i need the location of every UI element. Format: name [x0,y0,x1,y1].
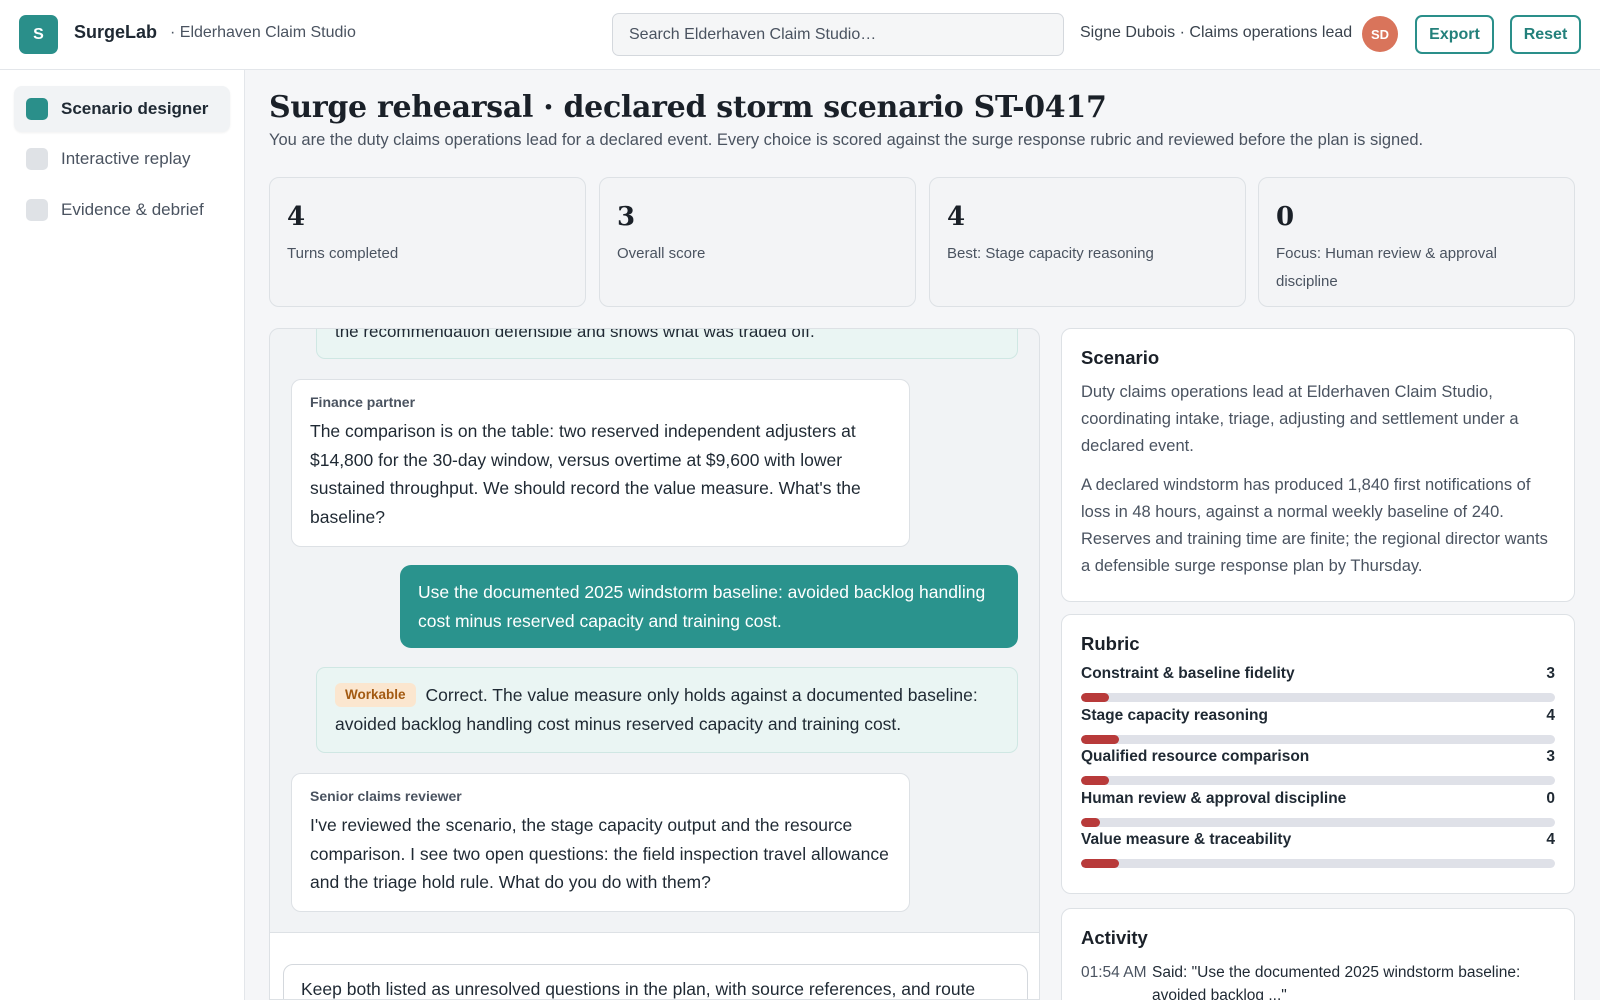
stat-card-focus: 0 Focus: Human review & approval discipl… [1258,177,1575,307]
message-text: The comparison is on the table: two rese… [310,421,861,527]
search-input[interactable] [612,13,1064,56]
rubric-score: 3 [1546,665,1555,682]
rubric-criterion: Stage capacity reasoning [1081,706,1268,724]
message-user: Use the documented 2025 windstorm baseli… [400,565,1018,648]
rubric-row: Constraint & baseline fidelity 3 [1081,665,1555,707]
message-speaker: Finance partner [310,394,416,410]
message-speaker: Senior claims reviewer [310,788,462,804]
message-text: the recommendation defensible and shows … [335,328,815,341]
stat-value: 0 [1276,202,1295,232]
rubric-criterion: Qualified resource comparison [1081,748,1310,765]
stat-label: Focus: Human review & approval disciplin… [1276,245,1497,290]
activity-panel: Activity 01:54 AM Said: "Use the documen… [1061,908,1575,1000]
rubric-panel: Rubric Constraint & baseline fidelity 3 St… [1061,614,1575,894]
sidebar-item-label: Interactive replay [61,149,191,168]
page-subtitle: You are the duty claims operations lead … [269,131,1424,149]
rubric-criterion: Constraint & baseline fidelity [1081,665,1295,682]
user-name-role: Signe Dubois · Claims operations lead [1080,24,1353,41]
rubric-score-bar [1081,734,1555,744]
assessment-message-partial: the recommendation defensible and shows … [316,328,1018,359]
rubric-row: Human review & approval discipline 0 [1081,790,1555,832]
rubric-score-bar [1081,817,1555,827]
message-text: I've reviewed the scenario, the stage ca… [310,815,889,892]
rubric-row: Qualified resource comparison 3 [1081,748,1555,790]
rubric-score-bar [1081,693,1555,702]
activity-item: 01:54 AM Said: "Use the documented 2025 … [1081,961,1555,1000]
sidebar: Scenario designer Interactive replay Evi… [0,70,245,1000]
page-title: Surge rehearsal · declared storm scenari… [269,90,1107,125]
activity-time: 01:54 AM [1081,964,1147,981]
message-finance-partner: Finance partner The comparison is on the… [291,379,910,547]
rubric-criterion: Value measure & traceability [1081,831,1292,848]
app-logo[interactable]: S [19,15,58,54]
top-bar: S SurgeLab · Elderhaven Claim Studio Sig… [0,0,1600,70]
response-input[interactable]: Keep both listed as unresolved questions… [283,964,1028,999]
stat-label: Turns completed [287,245,399,262]
avatar[interactable]: SD [1362,16,1398,52]
interactive-replay-icon [26,148,48,170]
rubric-score-bar [1081,859,1555,868]
sidebar-item-label: Evidence & debrief [61,200,204,219]
workspace-name: · Elderhaven Claim Studio [170,24,356,41]
message-text: Correct. The value measure only holds ag… [335,685,978,734]
rubric-title: Rubric [1081,633,1140,654]
scenario-situation: A declared windstorm has produced 1,840 … [1081,476,1548,575]
rubric-score-bar-fill [1081,817,1100,827]
stat-label: Best: Stage capacity reasoning [947,245,1154,262]
rubric-score-bar-fill [1081,734,1119,744]
rubric-score-bar [1081,776,1555,785]
evidence-debrief-icon [26,199,48,221]
message-senior-claims-reviewer: Senior claims reviewer I've reviewed the… [291,773,910,912]
assessment-message: Workable Correct. The value measure only … [316,667,1018,753]
rubric-score-bar-fill [1081,859,1119,868]
scenario-panel: Scenario Duty claims operations lead at … [1061,328,1575,602]
rubric-score-bar-fill [1081,776,1110,785]
activity-title: Activity [1081,927,1148,948]
sidebar-item-scenario-designer[interactable]: Scenario designer [14,86,230,132]
reset-button[interactable]: Reset [1510,15,1581,54]
rubric-row: Value measure & traceability 4 [1081,831,1555,873]
rubric-score: 4 [1546,831,1555,848]
rubric-score: 3 [1546,748,1555,765]
sidebar-item-evidence-debrief[interactable]: Evidence & debrief [14,187,230,233]
stat-value: 4 [287,202,306,232]
sidebar-item-label: Scenario designer [61,99,209,118]
export-button[interactable]: Export [1415,15,1494,54]
brand-name: SurgeLab [74,22,158,42]
assessment-badge: Workable [335,683,416,707]
stat-card-turns: 4 Turns completed [269,177,586,307]
rubric-score: 4 [1546,706,1555,724]
rubric-score: 0 [1546,789,1555,807]
rubric-criterion: Human review & approval discipline [1081,789,1347,807]
message-text: Use the documented 2025 windstorm baseli… [418,582,986,631]
rubric-row: Stage capacity reasoning 4 [1081,707,1555,749]
scenario-title: Scenario [1081,347,1160,368]
stat-label: Overall score [617,245,706,262]
scenario-role: Duty claims operations lead at Elderhave… [1081,383,1519,455]
sidebar-item-interactive-replay[interactable]: Interactive replay [14,136,230,182]
rubric-score-bar-fill [1081,693,1110,702]
activity-text: Said: "Use the documented 2025 windstorm… [1152,964,1521,1000]
stat-value: 3 [617,202,636,232]
stat-value: 4 [947,202,966,232]
scenario-designer-icon [26,98,48,120]
composer-area: Keep both listed as unresolved questions… [270,932,1039,999]
stat-card-overall-score: 3 Overall score [599,177,916,307]
rubric-list: Constraint & baseline fidelity 3 Stage cap… [1081,665,1555,873]
conversation-panel[interactable]: the recommendation defensible and shows … [269,328,1040,1000]
stat-card-best: 4 Best: Stage capacity reasoning [929,177,1246,307]
